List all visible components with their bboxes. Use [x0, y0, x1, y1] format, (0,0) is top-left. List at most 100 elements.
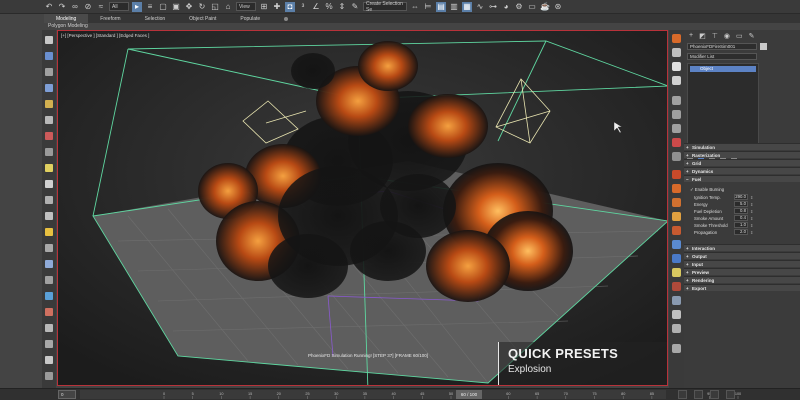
viewport-label[interactable]: [+] [Perspective ] [Standard ] [Edged Fa…	[61, 33, 149, 38]
percent-snap-icon[interactable]: %	[324, 2, 334, 12]
spinner-icon[interactable]: ⇕	[750, 230, 753, 235]
volume-icon[interactable]	[45, 340, 53, 348]
fire-sim-icon[interactable]	[45, 52, 53, 60]
render-production-icon[interactable]: ☕	[540, 2, 550, 12]
create-tab-icon[interactable]: +	[689, 32, 693, 39]
help-circle-icon[interactable]	[672, 344, 681, 353]
stack-item-object[interactable]: Object	[690, 66, 756, 72]
tab-modeling[interactable]: Modeling	[44, 14, 89, 23]
render-setup-icon[interactable]: ⚙	[514, 2, 524, 12]
render-iterative-icon[interactable]: ⊛	[553, 2, 563, 12]
plane-force-icon[interactable]	[45, 244, 53, 252]
enable-burning-checkbox[interactable]: ✓ Enable Burning	[690, 187, 724, 193]
liquid-preset-icon[interactable]	[672, 240, 681, 249]
fire-source-icon[interactable]	[45, 132, 53, 140]
source-icon[interactable]	[45, 116, 53, 124]
rollout-interaction[interactable]: Interaction	[684, 244, 800, 252]
toggle-scene-explorer-icon[interactable]: ▤	[436, 1, 446, 12]
explosion-preset-icon[interactable]	[672, 184, 681, 193]
smoke-preset-icon[interactable]	[672, 198, 681, 207]
utilities-tab-icon[interactable]: ✎	[749, 32, 755, 40]
propagation-field[interactable]: 2.0	[734, 229, 748, 235]
rollout-rendering[interactable]: Rendering	[684, 276, 800, 284]
rollout-rasterization[interactable]: Rasterization	[684, 151, 800, 159]
bind-spacewarp-icon[interactable]: ≈	[96, 2, 106, 12]
undo-icon[interactable]: ↶	[44, 2, 54, 12]
rollout-input[interactable]: Input	[684, 260, 800, 268]
pause-icon[interactable]	[672, 110, 681, 119]
keyboard-shortcut-override-icon[interactable]: ◘	[285, 1, 295, 12]
time-track[interactable]: 0510152025303540455055606570758085909510…	[80, 390, 741, 399]
sun-icon[interactable]	[45, 228, 53, 236]
display-tab-icon[interactable]: ▭	[736, 32, 743, 40]
ink-preset-icon[interactable]	[672, 310, 681, 319]
rollout-dynamics[interactable]: Dynamics	[684, 167, 800, 175]
placement-icon[interactable]: ⌂	[223, 2, 233, 12]
align-icon[interactable]: ⊨	[423, 2, 433, 12]
smoke-threshold-field[interactable]: 1.0	[734, 222, 748, 228]
help-icon[interactable]	[45, 356, 53, 364]
angle-snap-icon[interactable]: ∠	[311, 2, 321, 12]
smoke-amount-field[interactable]: 0.4	[734, 215, 748, 221]
schematic-view-icon[interactable]: ⊶	[488, 2, 498, 12]
tab-object-paint[interactable]: Object Paint	[177, 14, 228, 23]
key-mode-icon[interactable]	[678, 390, 687, 399]
liquid-sim-icon[interactable]	[45, 68, 53, 76]
tab-populate[interactable]: Populate	[228, 14, 272, 23]
link-icon[interactable]: ∞	[70, 2, 80, 12]
rollout-grid[interactable]: Grid	[684, 159, 800, 167]
motion-tab-icon[interactable]: ◉	[724, 32, 730, 40]
material-editor-icon[interactable]: ◕	[501, 2, 511, 12]
rollout-export[interactable]: Export	[684, 284, 800, 292]
modify-tab-icon[interactable]: ◩	[699, 32, 706, 40]
select-by-name-icon[interactable]: ≡	[145, 2, 155, 12]
set-key-icon[interactable]	[710, 390, 719, 399]
rollout-fuel[interactable]: Fuel	[684, 175, 800, 183]
modifier-stack[interactable]: Object	[687, 63, 759, 149]
sun-preset-icon[interactable]	[672, 268, 681, 277]
particle-shader-icon[interactable]	[45, 100, 53, 108]
spinner-icon[interactable]: ⇕	[750, 195, 753, 200]
object-color-swatch[interactable]	[760, 43, 767, 50]
target-icon[interactable]	[672, 76, 681, 85]
sphere-icon[interactable]	[45, 292, 53, 300]
stop-icon[interactable]	[672, 124, 681, 133]
modifier-list-dropdown[interactable]: Modifier List	[687, 53, 757, 60]
foam-preset-icon[interactable]	[672, 296, 681, 305]
auto-key-icon[interactable]	[694, 390, 703, 399]
toggle-layer-explorer-icon[interactable]: ▥	[449, 2, 459, 12]
grid-icon[interactable]	[672, 48, 681, 57]
mirror-icon[interactable]: ⇔	[410, 2, 420, 12]
vortex-icon[interactable]	[45, 260, 53, 268]
time-config-icon[interactable]	[726, 390, 735, 399]
rotate-icon[interactable]: ↻	[197, 2, 207, 12]
unlink-icon[interactable]: ⊘	[83, 2, 93, 12]
particle-tuner-icon[interactable]	[45, 148, 53, 156]
edit-named-selection-icon[interactable]: ✎	[350, 2, 360, 12]
energy-field[interactable]: 5.0	[734, 201, 748, 207]
trash-icon[interactable]	[672, 152, 681, 161]
object-name-field[interactable]: PhoenixFDFireSim001	[687, 43, 757, 50]
named-selection-dropdown[interactable]: Create Selection Se	[363, 1, 407, 13]
ribbon-panel-label[interactable]: Polygon Modeling	[48, 23, 88, 29]
cone-icon[interactable]	[45, 212, 53, 220]
fire-preset-icon[interactable]	[672, 170, 681, 179]
torch-preset-icon[interactable]	[672, 282, 681, 291]
select-object-icon[interactable]: ▸	[132, 1, 142, 12]
tab-selection[interactable]: Selection	[133, 14, 178, 23]
redo-icon[interactable]: ↷	[57, 2, 67, 12]
toggle-ribbon-icon[interactable]: ▦	[462, 1, 472, 12]
turbulence-icon[interactable]	[45, 308, 53, 316]
spinner-snap-icon[interactable]: ⇕	[337, 2, 347, 12]
water-preset-icon[interactable]	[672, 254, 681, 263]
flag-icon[interactable]	[672, 62, 681, 71]
fuel-depletion-field[interactable]: 0.8	[734, 208, 748, 214]
ocean-texture-icon[interactable]	[45, 84, 53, 92]
rain-preset-icon[interactable]	[672, 324, 681, 333]
pivot-center-icon[interactable]: ⊞	[259, 2, 269, 12]
ribbon-options[interactable]	[272, 14, 300, 23]
phoenix-grid-icon[interactable]	[45, 36, 53, 44]
time-slider[interactable]: 60 / 100	[456, 390, 482, 399]
fuel-preset-icon[interactable]	[672, 226, 681, 235]
spinner-icon[interactable]: ⇕	[750, 202, 753, 207]
